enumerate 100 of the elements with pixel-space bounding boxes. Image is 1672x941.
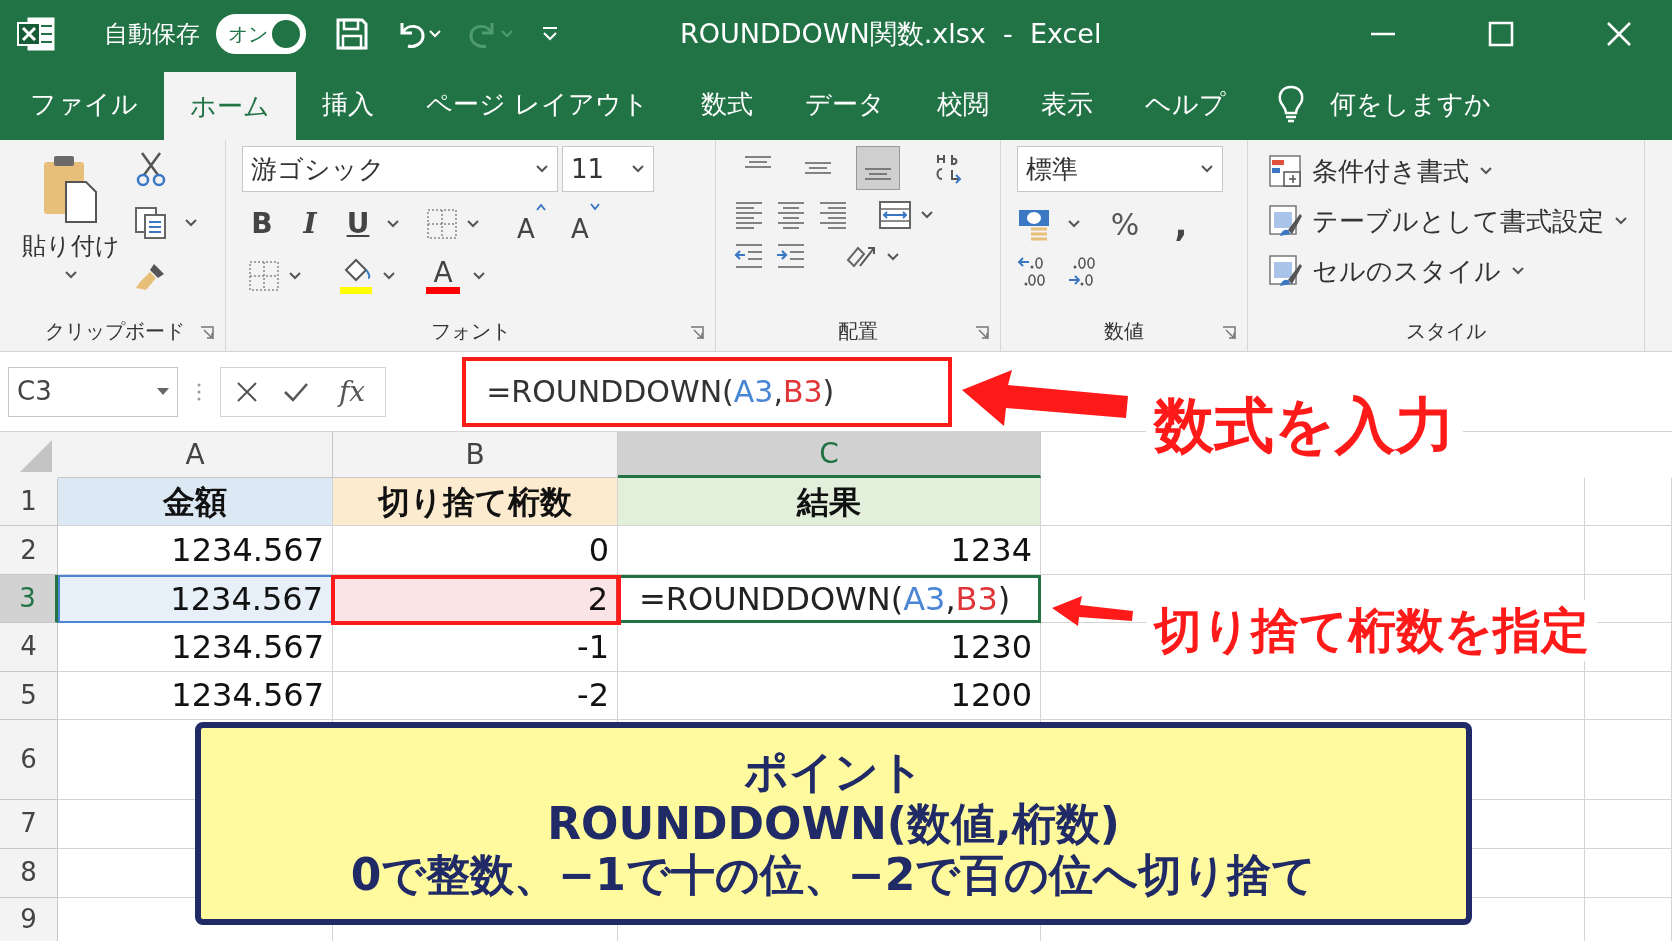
vertical-align-icon[interactable] xyxy=(856,146,900,190)
conditional-formatting-button[interactable]: 条件付き書式 xyxy=(1264,146,1636,196)
caret-icon[interactable] xyxy=(1479,166,1493,176)
chart-grid-icon xyxy=(1268,154,1302,188)
table-header-cell: 切り捨て桁数 xyxy=(333,478,618,527)
increase-font-size-button[interactable]: A xyxy=(512,202,552,246)
save-icon[interactable] xyxy=(334,16,370,52)
callout-text: ポイント xyxy=(743,745,924,798)
row-header[interactable]: 1 xyxy=(0,478,58,527)
table-cell: 1234 xyxy=(618,526,1041,575)
column-header[interactable]: B xyxy=(333,432,618,478)
group-label: スタイル xyxy=(1406,318,1486,345)
merge-cells-icon[interactable] xyxy=(878,198,912,232)
font-color-button[interactable]: A xyxy=(422,254,464,298)
column-header[interactable]: A xyxy=(58,432,333,478)
row-header[interactable]: 2 xyxy=(0,526,58,575)
caret-icon[interactable] xyxy=(920,210,934,220)
comma-style-button[interactable]: , xyxy=(1161,202,1201,246)
ribbon-tab[interactable]: 校閲 xyxy=(911,68,1016,140)
underline-button[interactable]: U xyxy=(338,202,378,246)
table-header-cell: 金額 xyxy=(58,478,333,527)
caret-icon[interactable] xyxy=(386,219,400,229)
maximize-icon[interactable] xyxy=(1488,21,1514,47)
percent-button[interactable]: % xyxy=(1105,202,1145,246)
scissors-icon[interactable] xyxy=(134,151,168,187)
group-label: 配置 xyxy=(838,318,878,345)
table-header-cell: 結果 xyxy=(618,478,1041,527)
ribbon-tab[interactable]: 表示 xyxy=(1015,68,1120,140)
callout-text: 0で整数、−1で十の位、−2で百の位へ切り捨て xyxy=(350,849,1317,902)
caret-icon[interactable] xyxy=(886,252,900,262)
down-caret-icon xyxy=(588,202,601,212)
decrease-font-size-button[interactable]: A xyxy=(566,202,606,246)
excel-logo-icon xyxy=(16,14,56,54)
copy-icon[interactable] xyxy=(134,206,168,240)
caret-icon[interactable] xyxy=(288,271,302,281)
group-label: クリップボード xyxy=(44,318,185,345)
name-box[interactable]: C3 xyxy=(8,366,178,417)
dialog-launcher-icon[interactable] xyxy=(199,325,215,341)
format-as-table-button[interactable]: テーブルとして書式設定 xyxy=(1264,196,1636,246)
table-cell: 0 xyxy=(333,526,618,575)
caret-icon[interactable] xyxy=(472,271,486,281)
caret-icon[interactable] xyxy=(631,164,645,174)
caret-icon[interactable] xyxy=(1511,266,1525,276)
row-header[interactable]: 6 xyxy=(0,719,58,800)
ribbon-tab[interactable]: データ xyxy=(779,68,912,140)
dropdown-icon[interactable] xyxy=(157,387,169,396)
annotation-text: 切り捨て桁数を指定 xyxy=(1146,600,1597,661)
formula-input[interactable]: =ROUNDDOWN(A3,B3) xyxy=(486,369,835,414)
font-size-dropdown[interactable]: 11 xyxy=(562,146,654,192)
close-icon[interactable] xyxy=(1606,21,1632,47)
callout-text: ROUNDDOWN(数値,桁数) xyxy=(547,797,1120,850)
caret-icon[interactable] xyxy=(184,218,198,228)
ribbon-tab[interactable]: ページ レイアウト xyxy=(400,68,676,140)
caret-icon[interactable] xyxy=(466,219,480,229)
caret-icon[interactable] xyxy=(382,271,396,281)
cancel-icon[interactable] xyxy=(235,379,259,404)
currency-icon[interactable] xyxy=(1017,207,1051,241)
autosave-toggle[interactable]: オン xyxy=(216,14,306,54)
dialog-launcher-icon[interactable] xyxy=(974,325,990,341)
column-header[interactable]: C xyxy=(618,432,1041,478)
ribbon-tab[interactable]: ファイル xyxy=(4,68,164,140)
bold-button[interactable]: B xyxy=(242,202,282,246)
row-header[interactable]: 8 xyxy=(0,848,58,898)
table-cell: 1234.567 xyxy=(58,526,333,575)
caret-icon[interactable] xyxy=(535,164,549,174)
font-name-dropdown[interactable]: 游ゴシック xyxy=(242,146,558,192)
dialog-launcher-icon[interactable] xyxy=(1221,325,1237,341)
number-format-dropdown[interactable]: 標準 xyxy=(1017,146,1223,192)
table-cell: 1234.567 xyxy=(58,671,333,720)
group-label: フォント xyxy=(430,318,511,345)
table-cell: -2 xyxy=(333,671,618,720)
ribbon-tab[interactable]: ヘルプ xyxy=(1119,68,1253,140)
cell-formula-input[interactable]: =ROUNDDOWN(A3,B3) xyxy=(618,574,1041,624)
table-brush-icon xyxy=(1268,254,1302,288)
table-cell: 1200 xyxy=(618,671,1041,720)
table-cell: 1234.567 xyxy=(58,623,333,672)
row-header[interactable]: 4 xyxy=(0,623,58,672)
autosave-label: 自動保存 xyxy=(104,19,200,50)
paste-button[interactable]: 貼り付け xyxy=(12,146,130,311)
ribbon-tab[interactable]: ホーム xyxy=(164,72,296,140)
group-label: 数値 xyxy=(1104,318,1144,345)
row-header[interactable]: 3 xyxy=(0,574,58,624)
italic-button[interactable]: I xyxy=(290,202,330,246)
cell-styles-button[interactable]: セルのスタイル xyxy=(1264,246,1636,296)
table-brush-icon xyxy=(1268,204,1302,238)
fill-color-icon[interactable] xyxy=(338,256,374,296)
table-cell: -1 xyxy=(333,623,618,672)
caret-icon[interactable] xyxy=(1067,219,1081,229)
row-header[interactable]: 7 xyxy=(0,799,58,849)
ribbon-tab[interactable]: 挿入 xyxy=(296,68,400,140)
caret-icon[interactable] xyxy=(1200,164,1214,174)
search-field[interactable]: 何をしますか xyxy=(1330,84,1492,124)
caret-icon[interactable] xyxy=(1614,216,1628,226)
drag-handle-icon[interactable] xyxy=(196,381,202,402)
ribbon-tab[interactable]: 数式 xyxy=(675,68,780,140)
row-header[interactable]: 9 xyxy=(0,897,58,941)
caret-icon[interactable] xyxy=(64,270,78,280)
dialog-launcher-icon[interactable] xyxy=(689,325,705,341)
row-header[interactable]: 5 xyxy=(0,671,58,720)
window-title: ROUNDDOWN関数.xlsx - Excel xyxy=(680,16,1102,51)
